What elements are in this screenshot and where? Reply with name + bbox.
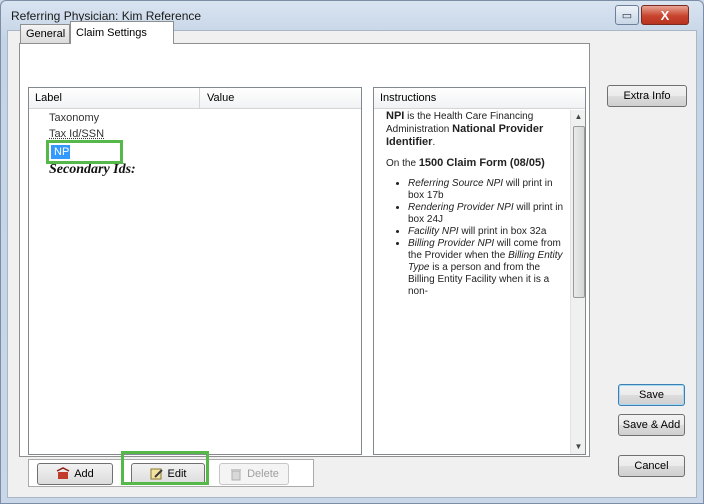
- item-term: Rendering Provider NPI: [408, 202, 514, 213]
- instructions-title: Instructions: [380, 92, 437, 104]
- grid-row-secondary-ids: Secondary Ids:: [49, 162, 136, 177]
- minimize-icon: ▭: [621, 9, 633, 22]
- instructions-header: Instructions: [374, 88, 585, 109]
- minimize-button[interactable]: ▭: [615, 5, 639, 25]
- claim-form-name: 1500 Claim Form (08/05): [418, 157, 545, 169]
- delete-button[interactable]: Delete: [219, 463, 289, 485]
- add-label: Add: [74, 468, 94, 480]
- tab-general[interactable]: General: [20, 24, 70, 43]
- instructions-paragraph-1: NPI is the Health Care Financing Adminis…: [386, 110, 566, 149]
- item-term: Billing Provider NPI: [408, 238, 495, 249]
- close-icon: X: [660, 7, 670, 23]
- list-item: Billing Provider NPI will come from the …: [408, 238, 566, 298]
- column-divider[interactable]: [199, 88, 200, 108]
- save-and-add-button[interactable]: Save & Add: [618, 414, 685, 436]
- edit-highlight-box: [121, 451, 209, 485]
- scroll-down-icon[interactable]: ▼: [571, 440, 585, 454]
- list-item: Rendering Provider NPI will print in box…: [408, 202, 566, 226]
- scroll-thumb[interactable]: [573, 126, 585, 298]
- instructions-scrollbar[interactable]: ▲ ▼: [570, 110, 585, 454]
- npi-term: NPI: [386, 110, 405, 122]
- instructions-text: NPI is the Health Care Financing Adminis…: [386, 110, 566, 298]
- item-text-2: is a person and from the Billing Entity …: [408, 262, 550, 297]
- grid-header: Label Value: [29, 88, 361, 109]
- list-item: Referring Source NPI will print in box 1…: [408, 178, 566, 202]
- instructions-list: Referring Source NPI will print in box 1…: [386, 178, 566, 298]
- npi-highlight-box: [46, 140, 123, 164]
- save-button[interactable]: Save: [618, 384, 685, 406]
- settings-grid[interactable]: Label Value Taxonomy Tax Id/SSN NPI Seco…: [28, 87, 362, 455]
- extra-info-button[interactable]: Extra Info: [607, 85, 687, 107]
- item-text: will print in box 32a: [458, 226, 547, 237]
- add-button[interactable]: Add: [37, 463, 113, 485]
- item-term: Referring Source NPI: [408, 178, 504, 189]
- instructions-paragraph-2: On the 1500 Claim Form (08/05): [386, 157, 566, 170]
- item-term: Facility NPI: [408, 226, 459, 237]
- tab-claim-settings[interactable]: Claim Settings: [70, 21, 174, 44]
- delete-icon: [231, 469, 242, 481]
- scroll-up-icon[interactable]: ▲: [571, 110, 585, 124]
- grid-row-tax-id[interactable]: Tax Id/SSN: [49, 128, 104, 140]
- npi-period: .: [432, 137, 436, 148]
- close-button[interactable]: X: [641, 5, 689, 25]
- list-item: Facility NPI will print in box 32a: [408, 226, 566, 238]
- delete-label: Delete: [247, 468, 279, 480]
- cancel-button[interactable]: Cancel: [618, 455, 685, 477]
- instructions-panel: Instructions NPI is the Health Care Fina…: [373, 87, 586, 455]
- column-header-label[interactable]: Label: [35, 92, 62, 104]
- grid-row-taxonomy[interactable]: Taxonomy: [49, 112, 99, 124]
- add-icon: [56, 467, 70, 479]
- column-header-value[interactable]: Value: [207, 92, 234, 104]
- claim-form-prefix: On the: [386, 158, 419, 169]
